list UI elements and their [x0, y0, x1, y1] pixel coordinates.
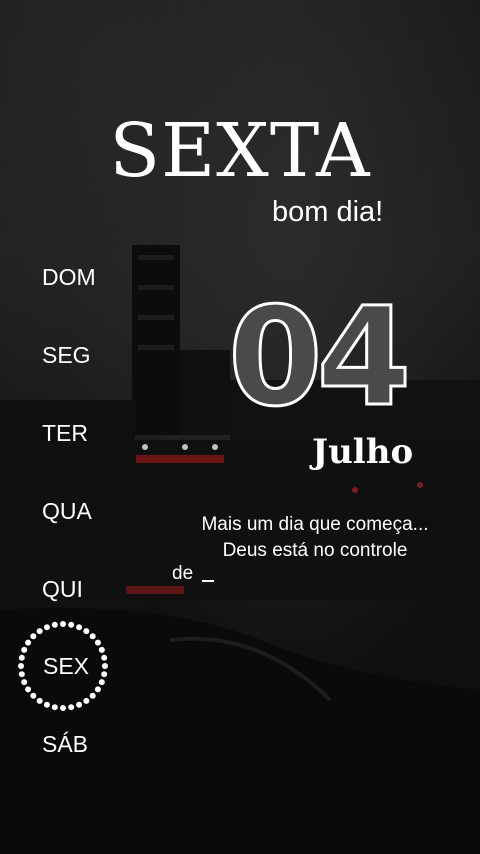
ring-heart-dot: [94, 639, 101, 646]
day-saturday: SÁB: [42, 731, 89, 757]
ring-heart-dot: [68, 621, 75, 628]
ring-heart-dot: [60, 621, 66, 627]
message-line-3: de: [172, 563, 194, 584]
ring-heart-dot: [101, 671, 108, 678]
ring-heart-dot: [30, 692, 37, 699]
ring-heart-dot: [51, 621, 58, 628]
day-thursday: QUI: [42, 576, 83, 602]
day-tuesday: TER: [42, 420, 88, 446]
ring-heart-dot: [83, 697, 90, 704]
day-number: 04: [226, 279, 412, 437]
message-line-2: Deus está no controle: [222, 540, 408, 561]
ring-heart-dot: [102, 663, 108, 669]
ring-heart-dot: [89, 692, 96, 699]
greeting-text: bom dia!: [272, 196, 384, 228]
ring-heart-dot: [18, 654, 25, 661]
ring-heart-dot: [43, 624, 50, 631]
ring-heart-dot: [76, 624, 83, 631]
day-wednesday: QUA: [42, 498, 92, 524]
ring-heart-dot: [36, 628, 43, 635]
text-cursor: [202, 580, 214, 582]
ring-heart-dot: [51, 704, 58, 711]
day-monday: SEG: [42, 342, 91, 368]
ring-heart-dot: [36, 697, 43, 704]
ring-heart-dot: [21, 679, 28, 686]
ring-heart-dot: [68, 704, 75, 711]
ring-heart-dot: [30, 633, 37, 640]
ring-heart-dot: [43, 701, 50, 708]
ring-heart-dot: [83, 628, 90, 635]
ring-heart-dot: [101, 654, 108, 661]
ring-heart-dot: [60, 705, 66, 711]
ring-heart-dot: [25, 686, 32, 693]
message-line-1: Mais um dia que começa...: [201, 514, 429, 535]
ring-heart-dot: [98, 679, 105, 686]
ring-heart-dot: [98, 646, 105, 653]
selected-day-heart-ring: [18, 621, 108, 711]
message-text: Mais um dia que começa... Deus está no c…: [170, 512, 460, 564]
day-sunday: DOM: [42, 264, 96, 290]
ring-heart-dot: [21, 646, 28, 653]
weekday-title: SEXTA: [109, 108, 371, 194]
ring-heart-dot: [89, 633, 96, 640]
ring-heart-dot: [25, 639, 32, 646]
ring-heart-dot: [94, 686, 101, 693]
ring-heart-dot: [18, 671, 25, 678]
ring-heart-dot: [18, 663, 24, 669]
month-name: Julho: [312, 432, 414, 472]
ring-heart-dot: [76, 701, 83, 708]
